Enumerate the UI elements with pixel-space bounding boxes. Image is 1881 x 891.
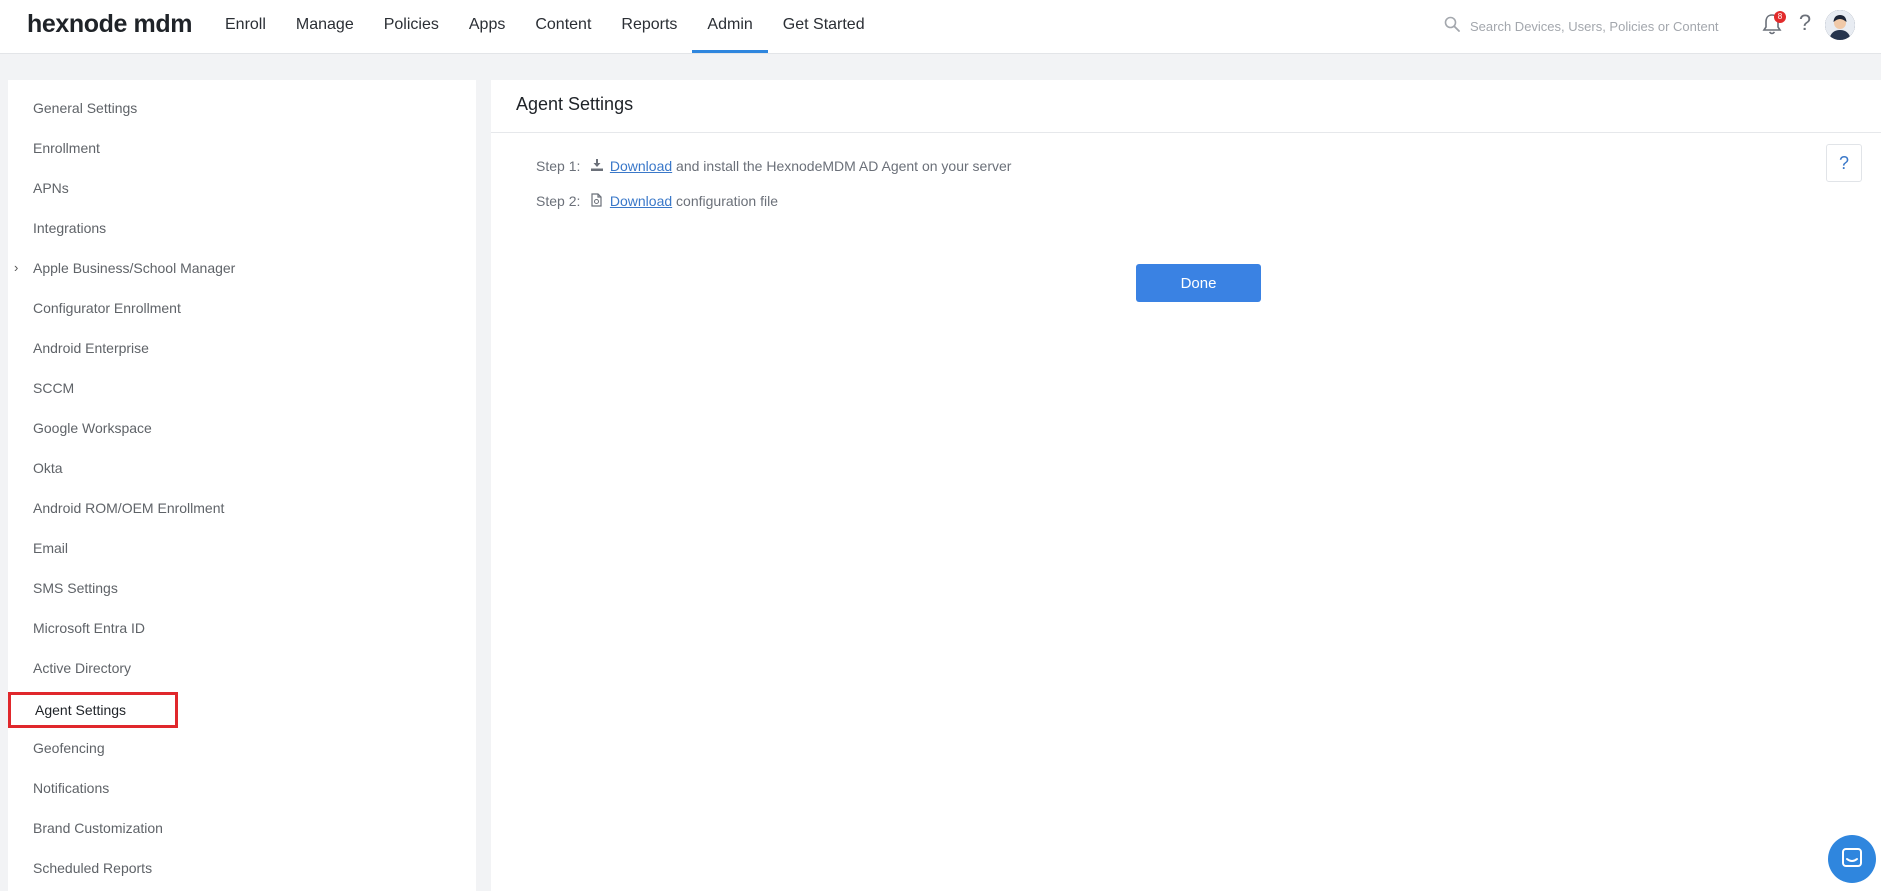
main-nav: Enroll Manage Policies Apps Content Repo… — [210, 0, 880, 53]
sidebar-item-notifications[interactable]: Notifications — [33, 776, 109, 800]
sidebar-item-sms-settings[interactable]: SMS Settings — [33, 576, 118, 600]
sidebar-item-android-enterprise[interactable]: Android Enterprise — [33, 336, 149, 360]
sidebar-item-scheduled-reports[interactable]: Scheduled Reports — [33, 856, 152, 880]
notification-badge: 8 — [1774, 11, 1786, 23]
chevron-right-icon[interactable]: › — [14, 256, 18, 280]
sidebar-item-enrollment[interactable]: Enrollment — [33, 136, 100, 160]
agent-settings-panel: Agent Settings ? Step 1: Download and in… — [491, 80, 1881, 891]
download-icon — [590, 156, 610, 178]
sidebar-item-general-settings[interactable]: General Settings — [33, 96, 137, 120]
sidebar-item-geofencing[interactable]: Geofencing — [33, 736, 105, 760]
step-2: Step 2: Download configuration file — [536, 190, 778, 212]
help-button[interactable]: ? — [1826, 144, 1862, 182]
nav-apps[interactable]: Apps — [454, 0, 520, 53]
chat-icon — [1842, 848, 1862, 867]
sidebar-item-integrations[interactable]: Integrations — [33, 216, 106, 240]
sidebar-item-apns[interactable]: APNs — [33, 176, 69, 200]
download-agent-link[interactable]: Download — [610, 158, 672, 174]
nav-manage[interactable]: Manage — [281, 0, 369, 53]
avatar-icon — [1825, 10, 1855, 40]
sidebar-item-email[interactable]: Email — [33, 536, 68, 560]
page-title: Agent Settings — [516, 94, 634, 114]
step-2-text: configuration file — [672, 193, 778, 209]
step-1-text: and install the HexnodeMDM AD Agent on y… — [672, 158, 1012, 174]
nav-reports[interactable]: Reports — [606, 0, 692, 53]
sidebar-item-active-directory[interactable]: Active Directory — [33, 656, 131, 680]
step-2-label: Step 2: — [536, 193, 581, 209]
sidebar-item-sccm[interactable]: SCCM — [33, 376, 74, 400]
sidebar-item-android-rom-oem[interactable]: Android ROM/OEM Enrollment — [33, 496, 224, 520]
step-1-label: Step 1: — [536, 158, 581, 174]
help-icon[interactable]: ? — [1795, 10, 1815, 36]
notification-bell[interactable]: 8 — [1762, 11, 1786, 38]
global-search — [1444, 14, 1724, 38]
step-1: Step 1: Download and install the Hexnode… — [536, 155, 1011, 177]
nav-get-started[interactable]: Get Started — [768, 0, 880, 53]
top-navigation-bar: hexnode mdm Enroll Manage Policies Apps … — [0, 0, 1881, 54]
file-icon — [590, 191, 610, 213]
nav-content[interactable]: Content — [520, 0, 606, 53]
admin-sidebar: General Settings Enrollment APNs Integra… — [8, 80, 476, 891]
title-divider — [491, 132, 1881, 133]
sidebar-item-brand-customization[interactable]: Brand Customization — [33, 816, 163, 840]
sidebar-item-apple-business-manager[interactable]: Apple Business/School Manager — [33, 256, 235, 280]
done-button[interactable]: Done — [1136, 264, 1261, 302]
nav-enroll[interactable]: Enroll — [210, 0, 281, 53]
sidebar-item-microsoft-entra-id[interactable]: Microsoft Entra ID — [33, 616, 145, 640]
download-config-link[interactable]: Download — [610, 193, 672, 209]
sidebar-item-configurator-enrollment[interactable]: Configurator Enrollment — [33, 296, 181, 320]
sidebar-item-agent-settings[interactable]: Agent Settings — [35, 698, 126, 722]
chat-launcher-button[interactable] — [1828, 835, 1876, 883]
sidebar-item-google-workspace[interactable]: Google Workspace — [33, 416, 152, 440]
search-icon — [1444, 16, 1460, 32]
sidebar-item-okta[interactable]: Okta — [33, 456, 63, 480]
nav-policies[interactable]: Policies — [369, 0, 454, 53]
user-avatar[interactable] — [1825, 10, 1855, 40]
search-input[interactable] — [1468, 14, 1722, 38]
nav-admin[interactable]: Admin — [692, 0, 769, 53]
hexnode-logo[interactable]: hexnode mdm — [27, 10, 192, 39]
